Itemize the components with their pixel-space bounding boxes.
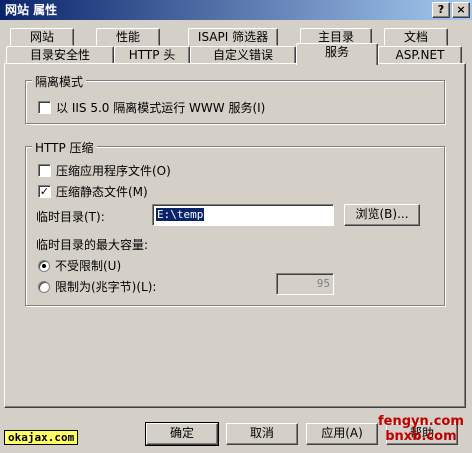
- tab-performance[interactable]: 性能: [96, 28, 160, 46]
- compress-static-files-label: 压缩静态文件(M): [56, 185, 148, 199]
- compress-app-files-row[interactable]: 压缩应用程序文件(O): [38, 162, 171, 179]
- help-icon[interactable]: ?: [432, 2, 450, 18]
- tab-custom-errors[interactable]: 自定义错误: [190, 46, 296, 64]
- temp-directory-value: E:\temp: [156, 208, 205, 221]
- close-icon[interactable]: ×: [452, 2, 470, 18]
- compress-static-files-checkbox[interactable]: ✓: [38, 185, 51, 198]
- tab-aspnet[interactable]: ASP.NET: [378, 46, 462, 64]
- tab-http-headers[interactable]: HTTP 头: [114, 46, 190, 64]
- limit-radio[interactable]: [38, 280, 50, 293]
- temp-directory-label: 临时目录(T):: [36, 210, 105, 224]
- watermark-right-top: fengyn.com: [378, 414, 464, 429]
- cancel-button[interactable]: 取消: [226, 423, 298, 445]
- title-bar: 网站 属性 ? ×: [0, 0, 472, 20]
- tab-website[interactable]: 网站: [10, 28, 74, 46]
- unlimited-label: 不受限制(U): [55, 259, 122, 273]
- limit-size-input[interactable]: 95: [276, 273, 334, 295]
- compress-static-files-row[interactable]: ✓ 压缩静态文件(M): [38, 183, 148, 200]
- watermark-right-bottom: bnxb.com: [385, 429, 457, 444]
- temp-directory-input[interactable]: E:\temp: [152, 204, 334, 226]
- browse-button[interactable]: 浏览(B)...: [344, 204, 420, 226]
- isolation-mode-legend: 隔离模式: [32, 73, 87, 90]
- tab-panel-service: 隔离模式 以 IIS 5.0 隔离模式运行 WWW 服务(I) HTTP 压缩 …: [4, 63, 466, 408]
- unlimited-radio[interactable]: [38, 259, 50, 272]
- compress-app-files-label: 压缩应用程序文件(O): [56, 164, 171, 178]
- ok-button[interactable]: 确定: [145, 422, 219, 446]
- isolation-mode-label: 以 IIS 5.0 隔离模式运行 WWW 服务(I): [56, 101, 266, 115]
- watermark-right: fengyn.com bnxb.com: [378, 414, 464, 444]
- limit-label: 限制为(兆字节)(L):: [55, 280, 157, 294]
- isolation-mode-group: 隔离模式 以 IIS 5.0 隔离模式运行 WWW 服务(I): [25, 73, 445, 124]
- tab-service[interactable]: 服务: [296, 43, 378, 65]
- isolation-mode-checkbox-row[interactable]: 以 IIS 5.0 隔离模式运行 WWW 服务(I): [38, 99, 265, 116]
- max-size-label: 临时目录的最大容量:: [36, 238, 149, 252]
- window-title: 网站 属性: [5, 3, 58, 17]
- apply-button[interactable]: 应用(A): [306, 423, 378, 445]
- compress-app-files-checkbox[interactable]: [38, 164, 51, 177]
- tab-documents[interactable]: 文档: [384, 28, 448, 46]
- http-compression-legend: HTTP 压缩: [32, 139, 97, 156]
- http-compression-group: HTTP 压缩 压缩应用程序文件(O) ✓ 压缩静态文件(M) 临时目录(T):…: [25, 139, 445, 306]
- tab-directory-security[interactable]: 目录安全性: [6, 46, 114, 64]
- unlimited-radio-row[interactable]: 不受限制(U): [38, 257, 121, 274]
- watermark-left: okajax.com: [4, 430, 79, 445]
- tab-isapi-filters[interactable]: ISAPI 筛选器: [188, 28, 278, 46]
- limit-radio-row[interactable]: 限制为(兆字节)(L):: [38, 278, 156, 295]
- isolation-mode-checkbox[interactable]: [38, 101, 51, 114]
